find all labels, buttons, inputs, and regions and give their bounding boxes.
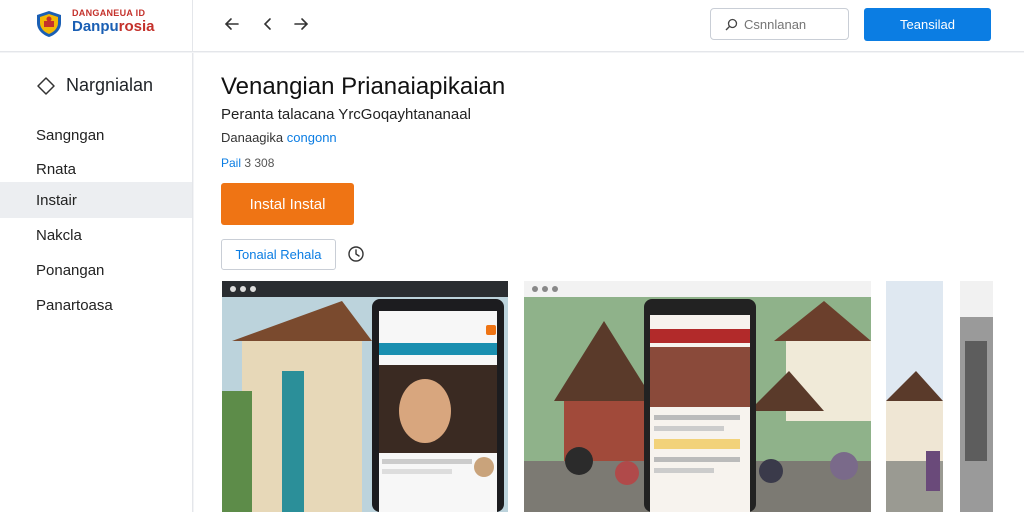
screenshot-image bbox=[222, 297, 508, 512]
screenshot-image bbox=[960, 281, 993, 512]
developer-link[interactable]: congonn bbox=[287, 130, 337, 145]
sidebar-item-3-active[interactable]: Instair bbox=[0, 182, 192, 218]
sidebar-heading[interactable]: Nargnialan bbox=[36, 75, 153, 96]
app-subtitle: Peranta talacana YrcGoqayhtananaal bbox=[221, 106, 471, 123]
shield-logo-icon bbox=[37, 11, 61, 37]
sidebar: Nargnialan Sangngan Rnata Instair Nakcla… bbox=[0, 53, 193, 512]
app-detail-panel: Venangian Prianaiapikaian Peranta talaca… bbox=[194, 53, 1024, 512]
rating-value: 3 308 bbox=[244, 156, 275, 170]
screenshot-image bbox=[886, 281, 943, 512]
app-screenshot-4[interactable] bbox=[960, 281, 993, 512]
arrow-right-icon bbox=[294, 18, 309, 30]
top-bar: DANGANEUA ID Danpurosia Teansilad bbox=[0, 0, 1024, 52]
developer-line: Danaagika congonn bbox=[221, 130, 337, 145]
rating-label: Pail bbox=[221, 156, 242, 170]
install-button[interactable]: Instal Instal bbox=[221, 183, 354, 225]
logo-tagline: DANGANEUA ID bbox=[72, 8, 146, 18]
search-input[interactable] bbox=[744, 16, 836, 32]
previous-button[interactable] bbox=[256, 12, 280, 36]
sidebar-heading-label: Nargnialan bbox=[66, 75, 154, 95]
app-title: Venangian Prianaiapikaian bbox=[221, 73, 506, 100]
screenshot-image bbox=[524, 297, 871, 512]
logo-wordmark: Danpurosia bbox=[72, 18, 155, 35]
clock-icon[interactable] bbox=[346, 244, 366, 264]
sidebar-item-5[interactable]: Ponangan bbox=[0, 252, 192, 288]
diamond-icon bbox=[37, 76, 55, 95]
forward-button[interactable] bbox=[289, 12, 313, 36]
search-box[interactable] bbox=[710, 8, 849, 40]
sidebar-item-6[interactable]: Panartoasa bbox=[0, 287, 192, 323]
sidebar-item-1[interactable]: Sangngan bbox=[0, 117, 192, 153]
app-screenshot-1[interactable] bbox=[222, 281, 508, 512]
app-screenshot-3[interactable] bbox=[886, 281, 943, 512]
arrow-left-icon bbox=[224, 18, 239, 30]
app-screenshot-2[interactable] bbox=[524, 281, 871, 512]
logo[interactable]: DANGANEUA ID Danpurosia bbox=[0, 0, 193, 52]
sidebar-item-4[interactable]: Nakcla bbox=[0, 217, 192, 253]
chevron-left-icon bbox=[263, 18, 271, 30]
back-button[interactable] bbox=[220, 12, 244, 36]
secondary-button[interactable]: Tonaial Rehala bbox=[221, 239, 336, 270]
search-icon bbox=[725, 18, 738, 30]
rating-line: Pail 3 308 bbox=[221, 156, 274, 170]
top-action-button[interactable]: Teansilad bbox=[864, 8, 991, 41]
